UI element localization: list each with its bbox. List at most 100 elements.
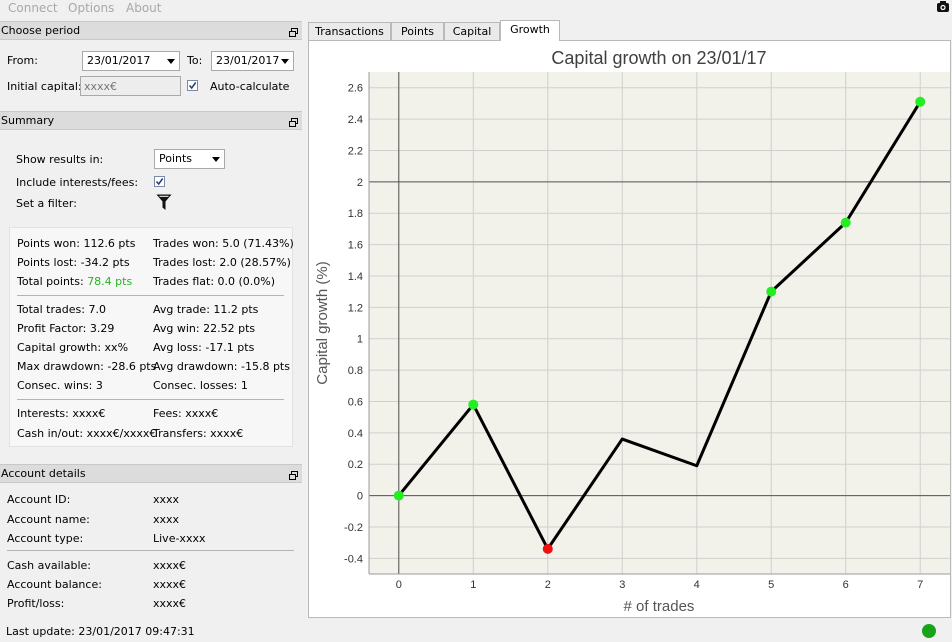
tab-transactions[interactable]: Transactions [308,22,391,40]
account-details-header: Account details [0,464,302,483]
y-tick-labels: -0.4 -0.2 0 0.2 0.4 0.6 0.8 1 1.2 1.4 1.6 1.8 2 2.2 2.… [344,83,363,566]
data-point [915,96,926,107]
x-tick-label: 3 [619,579,625,591]
camera-icon[interactable] [936,0,950,13]
trades-won: Trades won: 5.0 (71.43%) [153,237,294,250]
account-type-value: Live-xxxx [153,532,206,545]
y-tick-label: 2.2 [348,145,363,157]
x-tick-label: 7 [917,579,923,591]
to-date-picker[interactable]: 23/01/2017 [211,51,294,71]
chevron-down-icon [281,59,289,64]
x-tick-label: 4 [694,579,700,591]
choose-period-header: Choose period [0,21,302,40]
last-update-status: Last update: 23/01/2017 09:47:31 [6,625,195,638]
initial-capital-input[interactable] [80,76,181,96]
x-tick-label: 2 [545,579,551,591]
data-point [468,399,479,410]
consec-losses: Consec. losses: 1 [153,379,248,392]
growth-chart-panel: Capital growth on 23/01/17 -0.4 -0.2 0 0.2 0… [308,40,951,618]
from-date-value: 23/01/2017 [87,54,151,67]
profit-loss-label: Profit/loss: [7,597,65,610]
account-type-label: Account type: [7,532,84,545]
choose-period-title: Choose period [1,24,81,37]
avg-trade: Avg trade: 11.2 pts [153,303,259,316]
divider [7,550,294,551]
x-tick-label: 1 [470,579,476,591]
account-balance-value: xxxx€ [153,578,187,591]
avg-drawdown: Avg drawdown: -15.8 pts [153,360,290,373]
show-results-label: Show results in: [16,153,104,166]
x-tick-label: 6 [843,579,849,591]
auto-calculate-checkbox[interactable] [187,80,198,91]
plot-area [369,72,950,574]
float-window-icon[interactable] [289,115,298,127]
from-date-picker[interactable]: 23/01/2017 [82,51,180,71]
summary-title: Summary [1,114,55,127]
profit-loss-value: xxxx€ [153,597,187,610]
account-details-title: Account details [1,467,86,480]
transfers: Transfers: xxxx€ [153,427,244,440]
initial-capital-label: Initial capital: [7,80,82,93]
trades-flat: Trades flat: 0.0 (0.0%) [153,275,276,288]
y-tick-label: 0.2 [348,459,363,471]
y-tick-label: 2.4 [348,114,363,126]
y-tick-label: 1.8 [348,208,363,220]
tab-points[interactable]: Points [391,22,444,40]
checkmark-icon [188,82,197,90]
cash-available-label: Cash available: [7,559,91,572]
menu-bar: Connect Options About [0,0,952,16]
menu-about[interactable]: About [126,1,161,15]
float-window-icon[interactable] [289,468,298,480]
y-tick-label: 2.6 [348,83,363,95]
show-results-value: Points [159,152,193,165]
x-axis-label: # of trades [624,598,695,615]
summary-header: Summary [0,111,302,130]
to-date-value: 23/01/2017 [216,54,280,67]
y-axis-label: Capital growth (%) [314,261,331,384]
x-tick-label: 0 [396,579,402,591]
cash-in-out: Cash in/out: xxxx€/xxxx€ [17,427,157,440]
divider [17,399,284,400]
total-points-value: 78.4 pts [87,275,133,288]
cash-available-value: xxxx€ [153,559,187,572]
points-won: Points won: 112.6 pts [17,237,136,250]
account-name-value: xxxx [153,513,180,526]
y-tick-label: -0.2 [344,522,363,534]
divider [17,295,284,296]
menu-options[interactable]: Options [68,1,114,15]
filter-label: Set a filter: [16,197,77,210]
data-point [393,490,404,501]
x-tick-labels: 0 1 2 3 4 5 6 7 [396,579,924,591]
y-tick-label: -0.4 [344,553,363,565]
auto-calculate-label: Auto-calculate [210,80,290,93]
avg-loss: Avg loss: -17.1 pts [153,341,255,354]
show-results-select[interactable]: Points [154,149,225,169]
chart-title: Capital growth on 23/01/17 [551,48,766,68]
data-point [542,543,553,554]
interests: Interests: xxxx€ [17,407,106,420]
capital-growth: Capital growth: xx% [17,341,129,354]
chevron-down-icon [212,157,220,162]
float-window-icon[interactable] [289,25,298,37]
y-tick-label: 0.4 [348,428,363,440]
total-points: Total points: 78.4 pts [17,275,132,288]
data-point [840,217,851,228]
x-tick-label: 5 [768,579,774,591]
tab-growth[interactable]: Growth [500,20,560,41]
connection-status-indicator [922,624,936,638]
include-fees-checkbox[interactable] [154,176,165,187]
account-balance-label: Account balance: [7,578,102,591]
y-tick-label: 1.4 [348,271,363,283]
points-lost: Points lost: -34.2 pts [17,256,130,269]
tab-capital[interactable]: Capital [444,22,500,40]
account-name-label: Account name: [7,513,90,526]
menu-connect[interactable]: Connect [8,1,58,15]
y-tick-label: 0.6 [348,396,363,408]
consec-wins: Consec. wins: 3 [17,379,103,392]
chevron-down-icon [167,59,175,64]
filter-funnel-icon[interactable] [156,194,172,214]
growth-chart: Capital growth on 23/01/17 -0.4 -0.2 0 0.2 0… [314,48,950,615]
account-id-label: Account ID: [7,493,71,506]
profit-factor: Profit Factor: 3.29 [17,322,115,335]
total-points-label: Total points: [17,275,84,288]
